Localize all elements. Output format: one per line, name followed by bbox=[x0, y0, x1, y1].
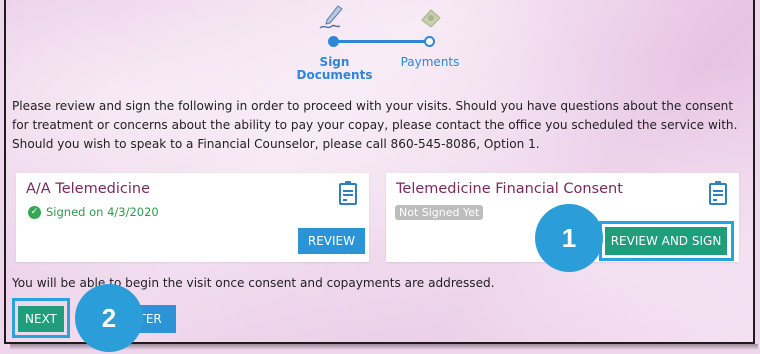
step-dot-payments bbox=[424, 36, 435, 47]
clipboard-icon bbox=[339, 181, 357, 205]
highlight-box-review-sign bbox=[599, 221, 734, 261]
check-circle-icon: ✓ bbox=[28, 205, 41, 219]
cash-icon bbox=[421, 9, 441, 28]
document-title: Telemedicine Financial Consent bbox=[396, 181, 623, 197]
step-label-sign-documents[interactable]: Sign Documents bbox=[292, 56, 377, 82]
callout-badge-1: 1 bbox=[535, 204, 603, 272]
stepper-progress-line bbox=[336, 40, 430, 43]
step-dot-sign bbox=[328, 36, 339, 47]
not-signed-badge: Not Signed Yet bbox=[395, 205, 484, 220]
step-label-payments[interactable]: Payments bbox=[398, 56, 462, 69]
review-button[interactable]: REVIEW bbox=[297, 228, 365, 254]
highlight-box-next bbox=[12, 298, 70, 338]
footnote-text: You will be able to begin the visit once… bbox=[12, 276, 495, 290]
document-card-telemedicine: A/A Telemedicine ✓ Signed on 4/3/2020 RE… bbox=[16, 173, 369, 262]
clipboard-icon bbox=[709, 181, 727, 205]
signed-status: ✓ Signed on 4/3/2020 bbox=[28, 205, 159, 219]
pen-icon bbox=[319, 5, 343, 29]
signed-status-text: Signed on 4/3/2020 bbox=[46, 205, 159, 219]
callout-badge-2: 2 bbox=[75, 284, 143, 352]
document-title: A/A Telemedicine bbox=[26, 181, 150, 197]
instructions-text: Please review and sign the following in … bbox=[12, 99, 738, 151]
